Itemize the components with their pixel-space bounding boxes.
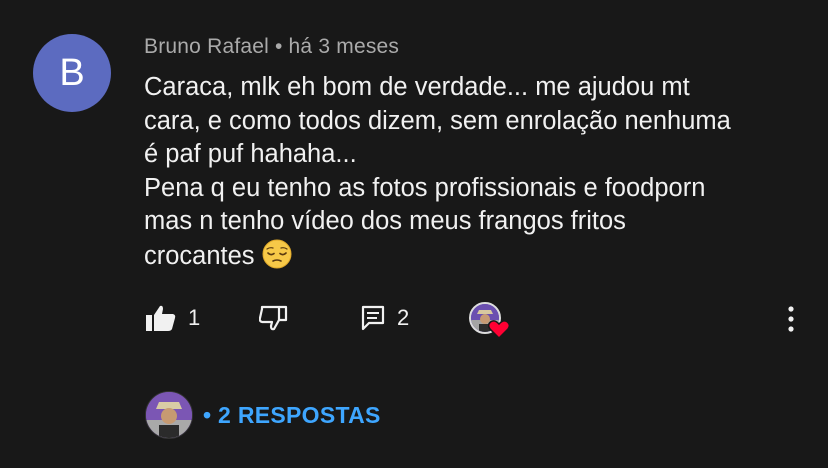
comment-line: Pena q eu tenho as fotos profissionais e… [144,173,706,202]
comment-line: cara, e como todos dizem, sem enrolação … [144,106,731,135]
reply-avatar [145,391,193,439]
author-name[interactable]: Bruno Rafael [144,35,269,58]
comment-time[interactable]: há 3 meses [289,35,400,58]
comment-line: mas n tenho vídeo dos meus frangos frito… [144,207,626,236]
more-vert-icon [786,306,796,332]
avatar-letter: B [59,51,85,94]
dislike-button[interactable] [259,305,289,333]
thumbs-up-icon [146,304,176,332]
comment-line: Caraca, mlk eh bom de verdade... me ajud… [144,73,690,101]
heart-icon [487,319,511,344]
reply-icon [361,305,385,331]
meta-separator: • [274,35,283,58]
comment-line: é paf puf hahaha... [144,140,357,169]
more-options-button[interactable] [786,306,796,332]
author-avatar[interactable]: B [33,34,111,112]
comment-line-last: crocantes [144,239,794,274]
reply-button[interactable]: 2 [361,305,409,331]
view-replies-button[interactable]: • 2 RESPOSTAS [145,391,381,439]
pensive-face-icon [262,239,292,269]
thumbs-down-icon [259,305,289,333]
comment-actions: 1 2 [0,300,828,340]
comment-line: crocantes [144,241,255,270]
reply-count: 2 [397,305,410,330]
like-count: 1 [188,305,201,330]
like-button[interactable]: 1 [146,304,200,332]
comment-text: Caraca, mlk eh bom de verdade... me ajud… [144,71,794,274]
replies-label: • 2 RESPOSTAS [203,401,381,428]
comment-meta: Bruno Rafael • há 3 meses [144,35,399,59]
